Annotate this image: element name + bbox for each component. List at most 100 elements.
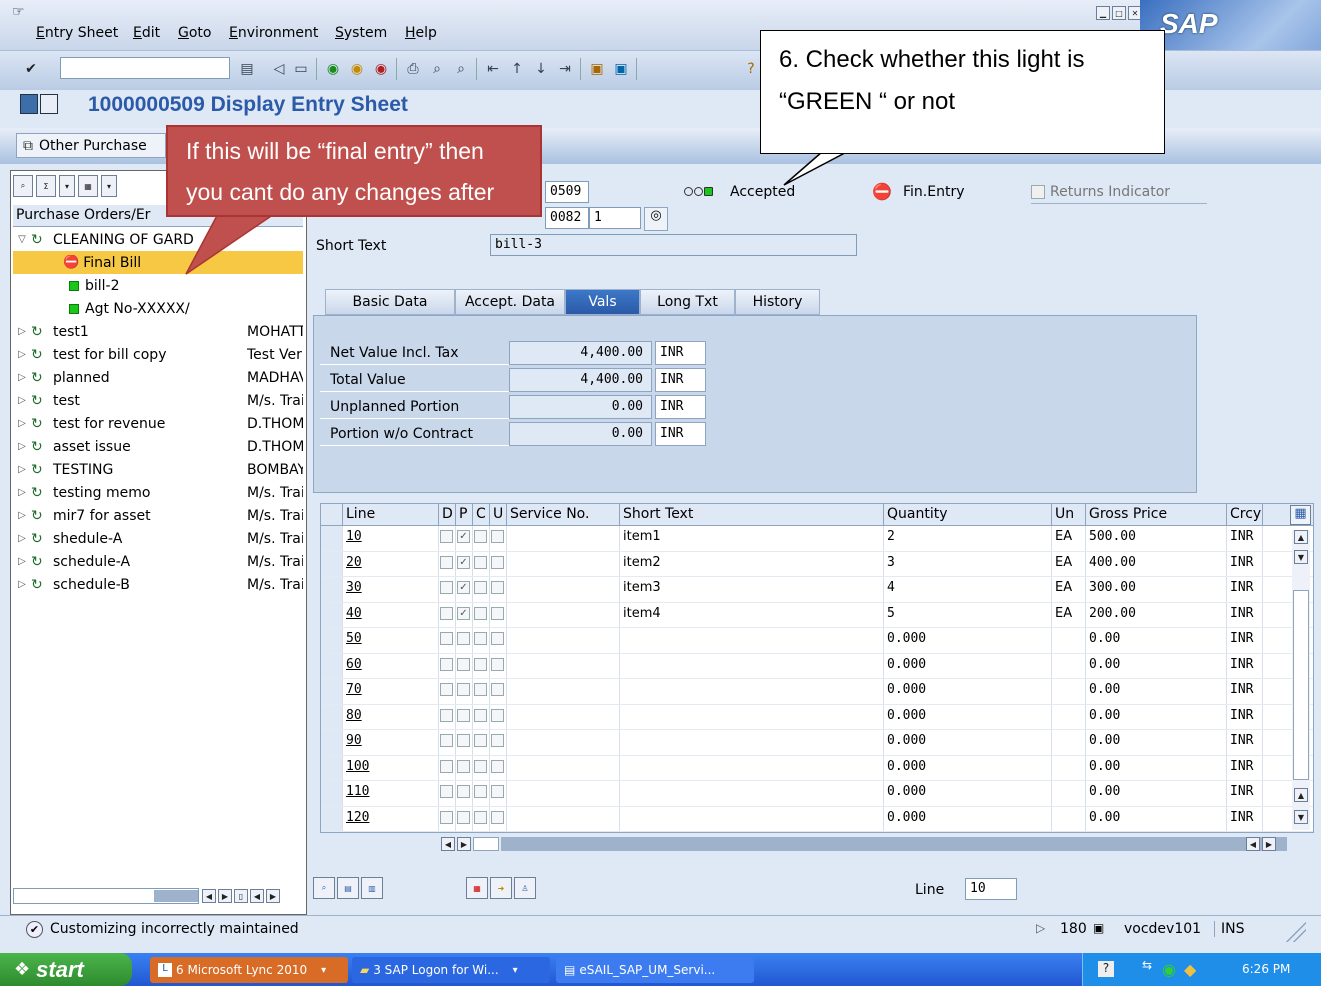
table-row[interactable]: 100 0.000 0.00 INR	[321, 755, 1313, 781]
tree-menu-icon[interactable]: ▾	[59, 175, 75, 197]
currency-cell[interactable]: INR	[1227, 628, 1263, 653]
row-selector[interactable]	[321, 602, 343, 627]
unit-cell[interactable]: EA	[1052, 577, 1086, 602]
menu-environment[interactable]: Environment	[229, 25, 318, 41]
line-number-link[interactable]: 100	[343, 755, 439, 780]
short-text-cell[interactable]	[620, 755, 884, 780]
tree-node[interactable]: ▷ ↻ test for bill copy Test Ver	[13, 343, 303, 366]
short-text-cell[interactable]: item1	[620, 526, 884, 551]
select-icon[interactable]: ⌕	[313, 877, 335, 899]
find-icon[interactable]: ⌕	[426, 58, 448, 80]
checkbox-d[interactable]	[440, 606, 453, 620]
scroll-left-icon[interactable]: ◀	[441, 837, 455, 851]
gross-price-cell[interactable]: 300.00	[1086, 577, 1227, 602]
column-header[interactable]: Line	[343, 504, 439, 525]
line-number-link[interactable]: 110	[343, 781, 439, 806]
quantity-cell[interactable]: 0.000	[884, 730, 1052, 755]
checkbox-c[interactable]	[474, 657, 487, 671]
quantity-cell[interactable]: 0.000	[884, 781, 1052, 806]
checkbox-c[interactable]	[474, 581, 487, 594]
unit-cell[interactable]	[1052, 628, 1086, 653]
expand-icon[interactable]: ▷	[13, 372, 31, 383]
checkbox-d[interactable]	[440, 657, 453, 671]
menu-entry-sheet[interactable]: Entry Sheet	[36, 25, 118, 41]
scroll-right-icon[interactable]: ▶	[218, 889, 232, 903]
tree-node[interactable]: ▷ ↻ planned MADHAV	[13, 366, 303, 389]
currency-cell[interactable]: INR	[1227, 551, 1263, 576]
gross-price-cell[interactable]: 500.00	[1086, 526, 1227, 551]
checkbox-u[interactable]	[491, 657, 504, 671]
gross-price-cell[interactable]: 0.00	[1086, 806, 1227, 831]
grid-hscroll[interactable]: ◀ ▶	[441, 836, 1287, 852]
checkbox-u[interactable]	[491, 632, 504, 645]
expand-icon[interactable]: ▷	[13, 533, 31, 544]
currency-cell[interactable]: INR	[1227, 730, 1263, 755]
short-text-cell[interactable]: item4	[620, 602, 884, 627]
table-row[interactable]: 70 0.000 0.00 INR	[321, 679, 1313, 705]
scroll-page-icon[interactable]: ▯	[234, 889, 248, 903]
checkbox-u[interactable]	[491, 606, 504, 620]
po-display-button[interactable]: ◎	[644, 207, 668, 231]
short-text-cell[interactable]	[620, 653, 884, 678]
other-purchase-button[interactable]: ⧉ Other Purchase	[16, 133, 166, 158]
table-row[interactable]: 40 ✓ item4 5 EA 200.00 INR	[321, 602, 1313, 628]
quantity-cell[interactable]: 0.000	[884, 704, 1052, 729]
short-text-cell[interactable]	[620, 806, 884, 831]
column-header[interactable]: Short Text	[620, 504, 884, 525]
tray-network-icon[interactable]: ⇆	[1142, 958, 1152, 972]
expand-icon[interactable]: ▷	[13, 395, 31, 406]
service-number-cell[interactable]	[507, 730, 620, 755]
deselect-icon[interactable]: ▥	[361, 877, 383, 899]
tab-history[interactable]: History	[735, 289, 820, 315]
checkbox-c[interactable]	[474, 606, 487, 620]
tree-layout-icon[interactable]: ▦	[78, 175, 98, 197]
tree-node[interactable]: ▷ ↻ mir7 for asset M/s. Trai	[13, 504, 303, 527]
table-row[interactable]: 60 0.000 0.00 INR	[321, 653, 1313, 679]
checkbox-u[interactable]	[491, 759, 504, 773]
currency-cell[interactable]: INR	[1227, 806, 1263, 831]
entry-sheet-number-field[interactable]: 0509	[545, 181, 589, 203]
row-selector[interactable]	[321, 526, 343, 551]
line-number-link[interactable]: 30	[343, 577, 439, 602]
expand-icon[interactable]: ▷	[13, 349, 31, 360]
checkbox-p[interactable]: ✓	[457, 530, 470, 543]
tree-node[interactable]: ▷ ↻ schedule-A M/s. Trai	[13, 550, 303, 573]
taskbar-sap-logon[interactable]: ▰ 3 SAP Logon for Wi... ▾	[352, 957, 550, 983]
line-number-link[interactable]: 80	[343, 704, 439, 729]
scroll-right-icon[interactable]: ▶	[1262, 837, 1276, 851]
taskbar-lync[interactable]: L 6 Microsoft Lync 2010 ▾	[150, 957, 348, 983]
checkbox-d[interactable]	[440, 759, 453, 773]
row-selector[interactable]	[321, 755, 343, 780]
checkbox-d[interactable]	[440, 734, 453, 747]
expand-icon[interactable]: ▷	[13, 556, 31, 567]
tree-sum-icon[interactable]: Σ	[36, 175, 56, 197]
column-header[interactable]: Crcy	[1227, 504, 1263, 525]
last-page-icon[interactable]: ⇥	[554, 58, 576, 80]
row-selector[interactable]	[321, 577, 343, 602]
row-selector[interactable]	[321, 806, 343, 831]
short-text-cell[interactable]	[620, 679, 884, 704]
scroll-right-icon[interactable]: ▶	[266, 889, 280, 903]
find-next-icon[interactable]: ⌕	[450, 58, 472, 80]
taskbar-esail[interactable]: ▤ eSAIL_SAP_UM_Servi...	[556, 957, 754, 983]
checkbox-c[interactable]	[474, 810, 487, 824]
shortcut-icon[interactable]: ▣	[610, 58, 632, 80]
expand-icon[interactable]: ▷	[13, 441, 31, 452]
print-icon[interactable]: ⎙	[402, 58, 424, 80]
currency-cell[interactable]: INR	[1227, 526, 1263, 551]
line-field[interactable]: 10	[965, 878, 1017, 900]
checkbox-p[interactable]	[457, 734, 470, 747]
row-selector[interactable]	[321, 781, 343, 806]
service-number-cell[interactable]	[507, 551, 620, 576]
checkbox-d[interactable]	[440, 810, 453, 824]
row-selector[interactable]	[321, 679, 343, 704]
short-text-cell[interactable]	[620, 628, 884, 653]
unit-cell[interactable]	[1052, 653, 1086, 678]
checkbox-p[interactable]	[457, 708, 470, 722]
line-number-link[interactable]: 40	[343, 602, 439, 627]
status-expand-icon[interactable]: ▷	[1036, 921, 1045, 935]
save-icon[interactable]: ▭	[290, 58, 312, 80]
checkbox-c[interactable]	[474, 734, 487, 747]
maximize-icon[interactable]: □	[1112, 6, 1126, 20]
table-row[interactable]: 110 0.000 0.00 INR	[321, 781, 1313, 807]
